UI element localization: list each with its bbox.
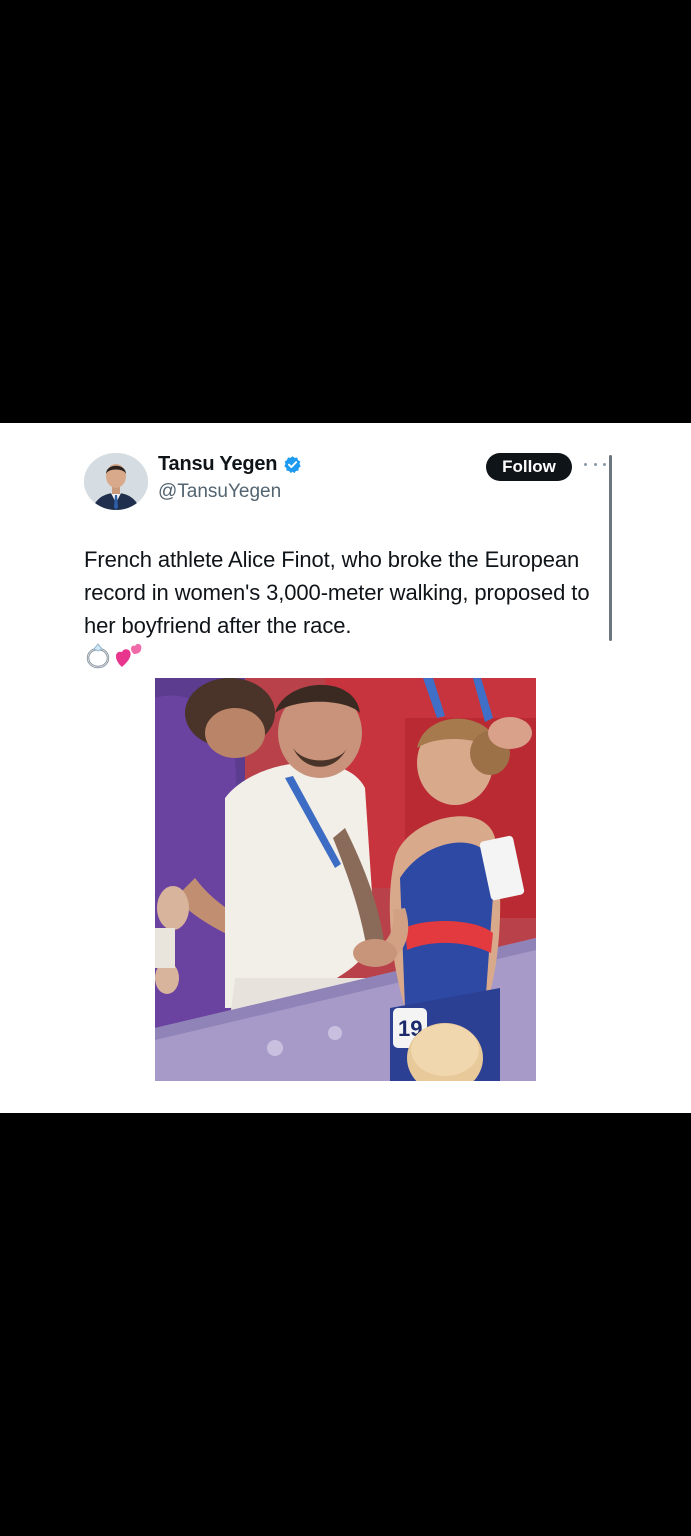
- verified-badge-icon: [283, 455, 302, 474]
- more-options-icon[interactable]: [584, 459, 606, 469]
- author-handle[interactable]: @TansuYegen: [158, 481, 281, 503]
- follow-button[interactable]: Follow: [486, 453, 572, 481]
- tweet-photo[interactable]: 19: [155, 678, 536, 1081]
- two-hearts-icon: [114, 641, 144, 674]
- ring-icon: [84, 641, 112, 674]
- tweet-card[interactable]: Tansu Yegen @TansuYegen Follow French at…: [0, 423, 691, 1113]
- tweet-emojis: [84, 641, 144, 674]
- avatar[interactable]: [84, 453, 148, 510]
- tweet-text: French athlete Alice Finot, who broke th…: [84, 547, 590, 638]
- author-display-name[interactable]: Tansu Yegen: [158, 453, 278, 476]
- author-name-row[interactable]: Tansu Yegen: [158, 453, 302, 476]
- screen: Tansu Yegen @TansuYegen Follow French at…: [0, 0, 691, 1536]
